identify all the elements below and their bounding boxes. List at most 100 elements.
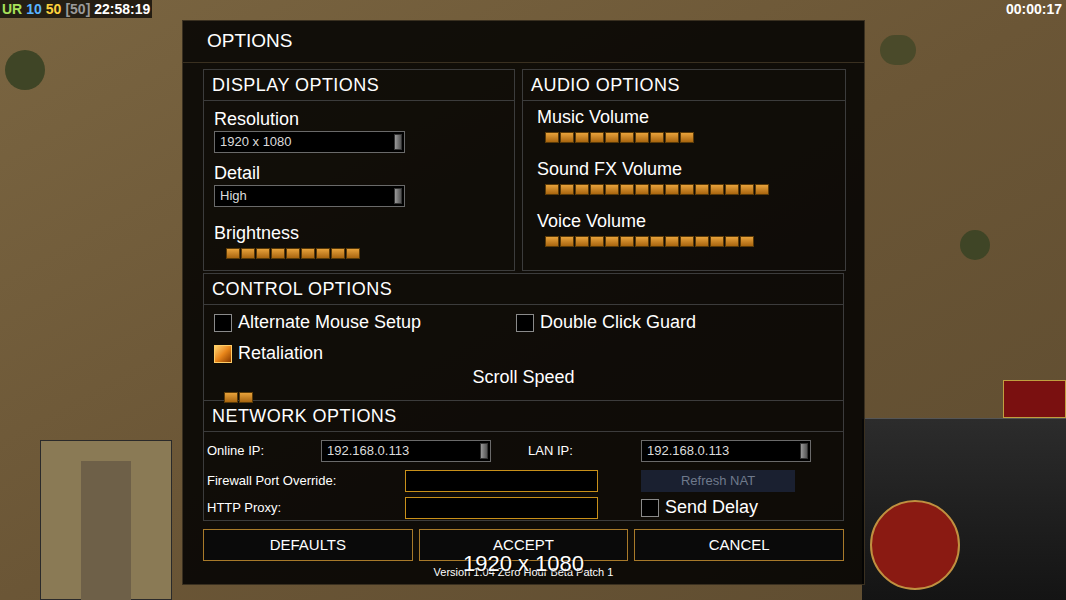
slider-segment xyxy=(560,184,574,195)
slider-segment xyxy=(725,236,739,247)
hud-stat: UR xyxy=(2,0,22,18)
slider-segment xyxy=(605,236,619,247)
section-header: NETWORK OPTIONS xyxy=(204,401,843,432)
resolution-dropdown[interactable]: 1920 x 1080 xyxy=(214,131,405,153)
general-emblem-icon[interactable] xyxy=(1003,380,1066,418)
volume-slider[interactable] xyxy=(545,235,851,247)
volume-slider[interactable] xyxy=(545,131,851,143)
slider-segment xyxy=(575,184,589,195)
slider-segment xyxy=(331,248,345,259)
brightness-slider[interactable] xyxy=(226,247,532,259)
slider-segment xyxy=(635,184,649,195)
refresh-nat-button[interactable]: Refresh NAT xyxy=(641,470,795,492)
slider-segment xyxy=(605,184,619,195)
slider-segment xyxy=(241,248,255,259)
control-checkbox[interactable]: Alternate Mouse Setup xyxy=(214,309,516,336)
slider-segment xyxy=(710,236,724,247)
slider-segment xyxy=(590,236,604,247)
tree xyxy=(880,35,916,65)
hud-stats: UR1050[50]22:58:19 xyxy=(0,0,152,18)
slider-segment xyxy=(755,184,769,195)
slider-segment xyxy=(545,132,559,143)
dialog-title: OPTIONS xyxy=(183,21,864,63)
minimap[interactable] xyxy=(40,440,172,600)
slider-segment xyxy=(620,184,634,195)
section-header: CONTROL OPTIONS xyxy=(204,274,843,305)
slider-segment xyxy=(575,236,589,247)
slider-segment xyxy=(740,236,754,247)
audio-slider-row: Voice Volume xyxy=(537,209,831,247)
slider-segment xyxy=(271,248,285,259)
audio-slider-row: Sound FX Volume xyxy=(537,157,831,195)
slider-segment xyxy=(256,248,270,259)
slider-segment xyxy=(680,236,694,247)
slider-segment xyxy=(740,184,754,195)
resolution-overlay: 1920 x 1080 xyxy=(183,547,864,580)
checkbox-box[interactable] xyxy=(214,314,232,332)
dialog-button[interactable]: DEFAULTS xyxy=(203,529,413,561)
minimap-road xyxy=(81,461,131,600)
control-checkbox[interactable]: Retaliation xyxy=(214,340,516,367)
dialog-button[interactable]: CANCEL xyxy=(634,529,844,561)
volume-slider[interactable] xyxy=(545,183,851,195)
slider-segment xyxy=(665,184,679,195)
slider-segment xyxy=(620,236,634,247)
slider-segment xyxy=(650,184,664,195)
dropdown-thumb xyxy=(480,443,488,459)
slider-segment xyxy=(650,236,664,247)
slider-segment xyxy=(226,248,240,259)
slider-segment xyxy=(710,184,724,195)
slider-segment xyxy=(346,248,360,259)
slider-segment xyxy=(301,248,315,259)
slider-segment xyxy=(545,236,559,247)
slider-segment xyxy=(725,184,739,195)
slider-segment xyxy=(665,132,679,143)
slider-segment xyxy=(605,132,619,143)
tree xyxy=(5,50,45,90)
slider-segment xyxy=(635,132,649,143)
hud-stat: 10 xyxy=(26,0,42,18)
slider-segment xyxy=(590,184,604,195)
game-screen: UR1050[50]22:58:19 00:00:17 OPTIONS DISPLAY… xyxy=(0,0,1066,600)
audio-slider-row: Music Volume xyxy=(537,105,831,143)
network-options: NETWORK OPTIONSOnline IP:192.168.0.113LA… xyxy=(203,401,844,521)
slider-segment xyxy=(665,236,679,247)
slider-segment xyxy=(560,236,574,247)
tree xyxy=(960,230,990,260)
checkbox-box[interactable] xyxy=(641,499,659,517)
star-emblem-icon xyxy=(870,500,960,590)
slider-segment xyxy=(620,132,634,143)
slider-segment xyxy=(560,132,574,143)
checkbox-box[interactable] xyxy=(516,314,534,332)
hud-stat: 50 xyxy=(46,0,62,18)
dropdown-thumb xyxy=(394,188,402,204)
control-options: CONTROL OPTIONS Alternate Mouse SetupDoub… xyxy=(203,273,844,401)
slider-segment xyxy=(545,184,559,195)
dropdown-thumb xyxy=(800,443,808,459)
slider-segment xyxy=(695,184,709,195)
http-proxy-input[interactable] xyxy=(405,497,598,519)
hud-stat: 22:58:19 xyxy=(94,0,150,18)
slider-segment xyxy=(316,248,330,259)
slider-segment xyxy=(286,248,300,259)
send-delay-checkbox[interactable]: Send Delay xyxy=(641,494,758,521)
hud-stat: [50] xyxy=(65,0,90,18)
display-options: DISPLAY OPTIONSResolution1920 x 1080Deta… xyxy=(203,69,515,271)
slider-segment xyxy=(590,132,604,143)
section-header: DISPLAY OPTIONS xyxy=(204,70,514,101)
detail-dropdown[interactable]: High xyxy=(214,185,405,207)
scroll-speed-slider[interactable] xyxy=(224,391,530,403)
firewall-port-input[interactable] xyxy=(405,470,598,492)
slider-segment xyxy=(680,184,694,195)
section-header: AUDIO OPTIONS xyxy=(523,70,845,101)
slider-segment xyxy=(635,236,649,247)
slider-segment xyxy=(575,132,589,143)
slider-segment xyxy=(695,236,709,247)
slider-segment xyxy=(680,132,694,143)
lan-ip-dropdown[interactable]: 192.168.0.113 xyxy=(641,440,811,462)
control-checkbox[interactable]: Double Click Guard xyxy=(516,309,833,336)
checkbox-box[interactable] xyxy=(214,345,232,363)
online-ip-dropdown[interactable]: 192.168.0.113 xyxy=(321,440,491,462)
game-timer: 00:00:17 xyxy=(1006,0,1062,18)
dropdown-thumb xyxy=(394,134,402,150)
